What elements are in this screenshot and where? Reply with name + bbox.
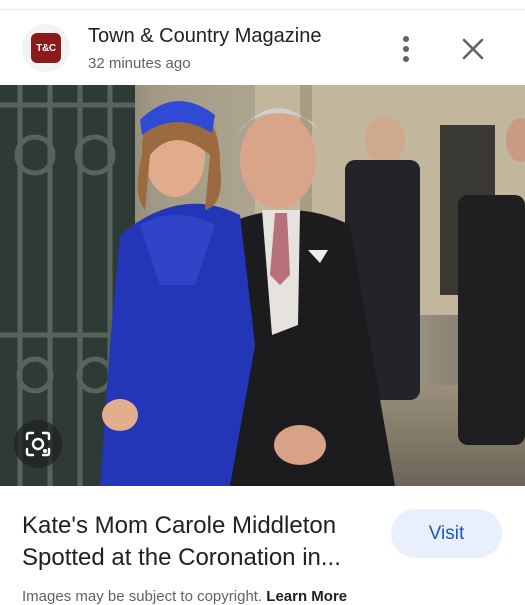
article-title[interactable]: Kate's Mom Carole Middleton Spotted at t…	[22, 510, 382, 574]
disclaimer-text: Images may be subject to copyright.	[22, 588, 263, 605]
published-time: 32 minutes ago	[88, 55, 191, 72]
close-icon[interactable]	[458, 34, 488, 64]
more-vert-icon[interactable]	[392, 34, 420, 64]
status-divider	[0, 0, 525, 10]
result-header: T&C Town & Country Magazine 32 minutes a…	[0, 12, 525, 84]
source-logo-mark: T&C	[31, 33, 61, 63]
visit-button[interactable]: Visit	[391, 509, 502, 558]
source-logo[interactable]: T&C	[22, 24, 70, 72]
copyright-disclaimer: Images may be subject to copyright. Lear…	[22, 588, 347, 605]
result-image[interactable]	[0, 85, 525, 486]
learn-more-link[interactable]: Learn More	[266, 588, 347, 605]
source-name[interactable]: Town & Country Magazine	[88, 25, 321, 48]
lens-icon[interactable]	[14, 420, 62, 468]
